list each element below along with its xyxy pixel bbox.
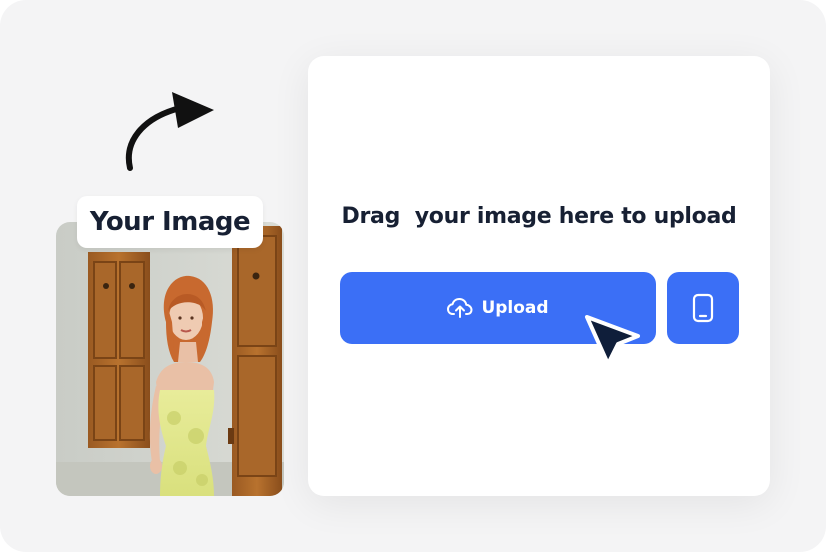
your-image-tag: Your Image <box>77 196 263 248</box>
upload-from-phone-button[interactable] <box>667 272 739 344</box>
smartphone-icon <box>692 293 714 323</box>
upload-card[interactable]: Drag your image here to upload Upload <box>308 56 770 496</box>
curved-arrow-icon <box>125 92 214 171</box>
cloud-upload-icon <box>447 298 473 318</box>
upload-button-label: Upload <box>481 298 549 318</box>
your-image-label: Your Image <box>89 207 251 237</box>
mouse-cursor-icon <box>585 315 640 366</box>
drag-drop-heading: Drag your image here to upload <box>341 204 737 229</box>
background: Your Image Drag your image here to uploa… <box>0 0 826 552</box>
right-shutter <box>228 226 282 496</box>
sample-photo <box>56 222 284 496</box>
left-shutter <box>88 252 150 448</box>
